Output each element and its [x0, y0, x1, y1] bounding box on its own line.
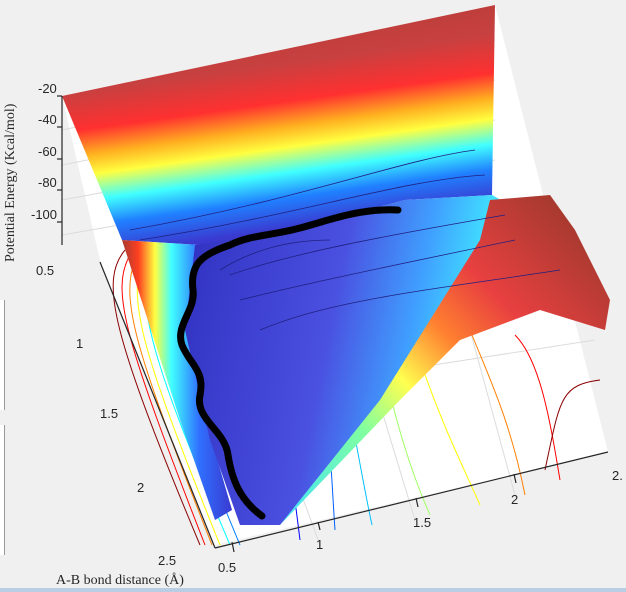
z-tick: -100 — [31, 207, 57, 222]
x-axis-label: A-B bond distance (Å) — [56, 572, 184, 588]
x-tick: 2 — [511, 492, 518, 507]
x-tick: 2. — [612, 468, 623, 483]
z-tick: -40 — [38, 112, 57, 127]
z-tick: -80 — [38, 175, 57, 190]
y-tick: 1 — [76, 336, 83, 351]
y-tick: 2.5 — [158, 553, 176, 568]
z-axis-label: Potential Energy (Kcal/mol) — [3, 103, 18, 262]
window-bottom-edge — [0, 588, 626, 592]
x-tick: 1 — [316, 537, 323, 552]
surface-plot: -20 -40 -60 -80 -100 0.5 1 1.5 2 2.5 0.5… — [3, 5, 623, 588]
x-tick: 1.5 — [413, 515, 431, 530]
z-tick: -20 — [38, 81, 57, 96]
y-tick: 1.5 — [100, 406, 118, 421]
y-tick: 0.5 — [36, 263, 54, 278]
x-tick: 0.5 — [218, 560, 236, 575]
y-tick: 2 — [137, 480, 144, 495]
z-tick: -60 — [38, 144, 57, 159]
